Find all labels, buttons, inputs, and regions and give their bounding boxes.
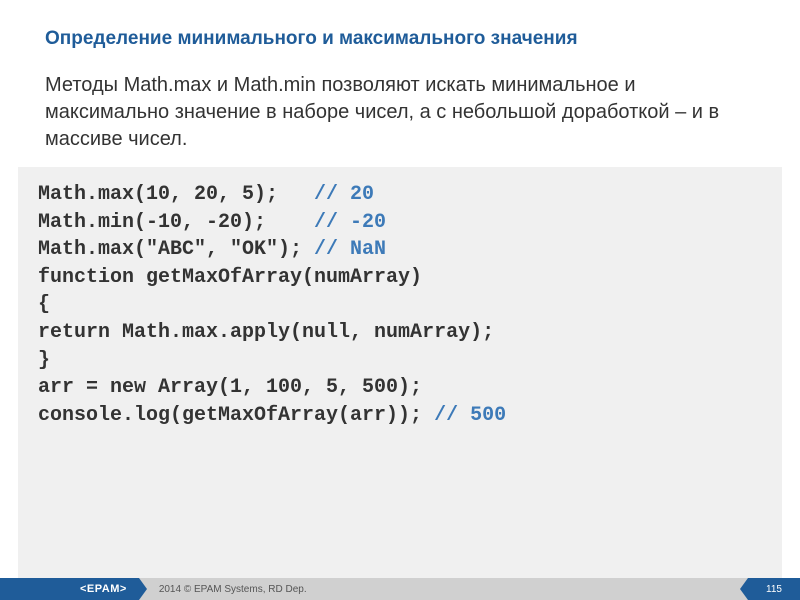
code-comment: // 20	[314, 183, 374, 206]
code-line: {	[38, 291, 762, 319]
code-line: Math.min(-10, -20); // -20	[38, 209, 762, 237]
code-comment: // NaN	[314, 238, 386, 261]
slide-description: Методы Math.max и Math.min позволяют иск…	[0, 64, 800, 167]
footer: <EPAM> 2014 © EPAM Systems, RD Dep. 115	[0, 578, 800, 600]
page-number: 115	[748, 578, 800, 600]
code-line: arr = new Array(1, 100, 5, 500);	[38, 374, 762, 402]
code-comment: // -20	[314, 211, 386, 234]
code-comment: // 500	[434, 404, 506, 427]
slide-title: Определение минимального и максимального…	[0, 0, 800, 64]
code-line: console.log(getMaxOfArray(arr)); // 500	[38, 402, 762, 430]
code-line: function getMaxOfArray(numArray)	[38, 264, 762, 292]
epam-logo: <EPAM>	[68, 578, 139, 600]
code-line: Math.max("ABC", "OK"); // NaN	[38, 236, 762, 264]
code-block: Math.max(10, 20, 5); // 20 Math.min(-10,…	[18, 167, 782, 578]
footer-copyright: 2014 © EPAM Systems, RD Dep.	[159, 584, 307, 595]
code-line: }	[38, 347, 762, 375]
code-line: Math.max(10, 20, 5); // 20	[38, 181, 762, 209]
footer-accent	[0, 578, 68, 600]
slide: Определение минимального и максимального…	[0, 0, 800, 600]
code-line: return Math.max.apply(null, numArray);	[38, 319, 762, 347]
